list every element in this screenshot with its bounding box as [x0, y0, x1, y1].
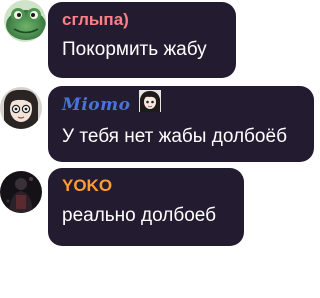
anime-face-sticker-icon: [139, 90, 162, 117]
message-bubble: YOKO реально долбоеб: [48, 168, 244, 246]
anime-girl-avatar-icon[interactable]: [0, 87, 42, 129]
message-bubble: сглыпа) Покормить жабу: [48, 2, 236, 78]
frog-avatar-icon[interactable]: [4, 0, 46, 42]
author-name[interactable]: YOKO: [62, 176, 230, 196]
message-text: У тебя нет жабы долбоёб: [62, 126, 287, 147]
author-name-row: Miomo: [62, 90, 300, 117]
message-bubble: Miomo У тебя нет жабы долбоёб: [48, 86, 314, 162]
author-name[interactable]: Miomo: [62, 95, 130, 115]
author-name[interactable]: сглыпа): [62, 10, 222, 30]
message-text: Покормить жабу: [62, 39, 207, 60]
dark-figure-avatar-icon[interactable]: [0, 171, 42, 213]
message-text: реально долбоеб: [62, 205, 217, 226]
